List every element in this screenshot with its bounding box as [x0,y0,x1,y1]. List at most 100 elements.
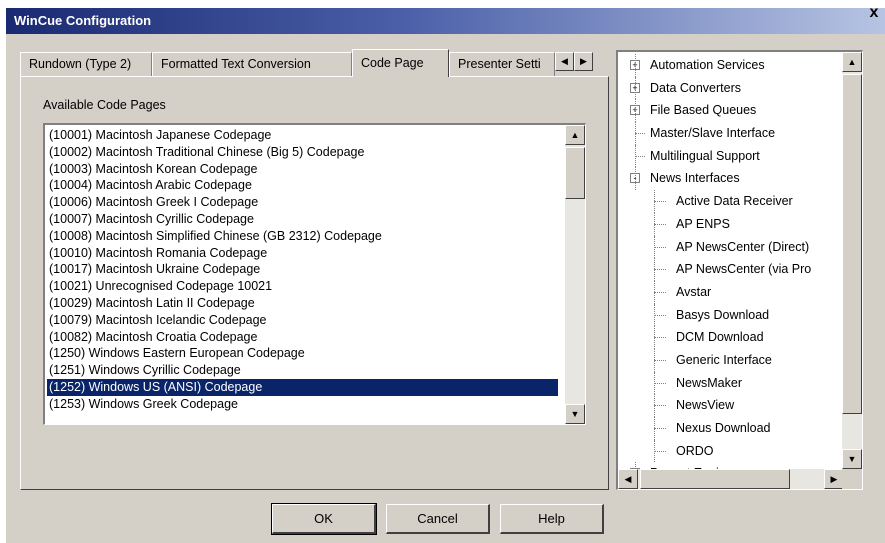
tree-connector [654,359,666,361]
tab-rundown[interactable]: Rundown (Type 2) [20,52,152,76]
tree-item-label: Multilingual Support [650,148,760,163]
tab-label: Code Page [361,56,424,70]
tree-item-label: Avstar [676,284,712,299]
window-title: WinCue Configuration [14,13,152,28]
scroll-up-icon[interactable]: ▲ [565,125,585,145]
code-page-item[interactable]: (1251) Windows Cyrillic Codepage [47,362,558,379]
tree-item[interactable]: Basys Download [618,303,844,327]
tree-item-label: AP NewsCenter (Direct) [676,239,810,254]
code-page-item[interactable]: (10004) Macintosh Arabic Codepage [47,177,558,194]
code-page-item[interactable]: (10002) Macintosh Traditional Chinese (B… [47,144,558,161]
tree-item-label: File Based Queues [650,103,757,118]
tree-connector [654,382,666,384]
tree-connector [654,269,666,271]
code-page-item[interactable]: (10007) Macintosh Cyrillic Codepage [47,211,558,228]
tree-item-label: Basys Download [676,307,770,322]
tree-item-label: Master/Slave Interface [650,126,776,141]
tree-connector [635,167,636,191]
tree-item-label: Generic Interface [676,352,772,367]
tree-item[interactable]: ORDO [618,439,844,463]
scroll-thumb[interactable] [565,147,585,199]
settings-tree[interactable]: + Automation Services + Data Converters + Fil… [616,50,863,490]
tree-item[interactable]: Avstar [618,280,844,304]
tree-item[interactable]: AP ENPS [618,212,844,236]
tree-connector [654,246,666,248]
available-code-pages-label: Available Code Pages [43,98,166,112]
code-page-item[interactable]: (10079) Macintosh Icelandic Codepage [47,312,558,329]
tree-item[interactable]: Generic Interface [618,348,844,372]
tree-connector [654,223,666,225]
code-page-item[interactable]: (1253) Windows Greek Codepage [47,396,558,413]
code-page-item[interactable]: (10021) Unrecognised Codepage 10021 [47,278,558,295]
tree-connector [635,122,636,145]
tree-scroll-left-icon[interactable]: ◀ [618,469,638,489]
tree-scroll-thumb[interactable] [842,74,862,414]
tree-item[interactable]: AP NewsCenter (via Pro [618,258,844,281]
tree-connector [635,133,645,135]
tree-connector [635,54,636,77]
tab-scroll-left-icon[interactable]: ◀ [555,52,574,71]
code-page-item[interactable]: (10003) Macintosh Korean Codepage [47,161,558,178]
tab-presenter-settings[interactable]: Presenter Setti [449,52,555,76]
tree-item-label: NewsView [676,398,735,413]
tree-item-label: Automation Services [650,58,765,72]
ok-button[interactable]: OK [271,503,377,535]
tree-vertical-scrollbar[interactable]: ▲ ▼ [842,52,862,469]
tree-item[interactable]: DCM Download [618,326,844,349]
scroll-corner [842,469,862,489]
tab-code-page[interactable]: Code Page [352,49,449,77]
tree-connector [654,428,666,429]
tree-item[interactable]: NewsMaker [618,371,844,395]
tree-item[interactable]: + Automation Services [618,54,844,77]
tree-item[interactable]: NewsView [618,394,844,417]
tab-scroll-right-icon[interactable]: ▶ [574,52,593,71]
tree-item[interactable]: + Data Converters [618,76,844,100]
code-page-item[interactable]: (10001) Macintosh Japanese Codepage [47,127,558,144]
tree-connector [654,314,666,316]
close-icon[interactable]: x [865,4,883,22]
tree-scroll-down-icon[interactable]: ▼ [842,449,862,469]
tree-connector [635,99,636,123]
tree-item-label: Active Data Receiver [676,194,793,209]
code-page-item[interactable]: (1250) Windows Eastern European Codepage [47,345,558,362]
help-button[interactable]: Help [500,504,604,534]
tree-item[interactable]: Multilingual Support [618,144,844,168]
tree-item[interactable]: - News Interfaces [618,167,844,191]
tree-scroll-right-icon[interactable]: ▶ [824,469,844,489]
tree-item[interactable]: + File Based Queues [618,99,844,123]
tree-item[interactable]: Nexus Download [618,417,844,440]
config-dialog: WinCue Configuration x Rundown (Type 2) … [0,0,885,543]
tree-item[interactable]: AP NewsCenter (Direct) [618,235,844,259]
code-page-panel: Available Code Pages (10001) Macintosh J… [20,76,609,490]
code-page-listbox[interactable]: (10001) Macintosh Japanese Codepage (1000… [43,123,586,425]
tree-item-label: NewsMaker [676,375,742,390]
tree-connector [635,144,636,168]
tree-item-label: AP NewsCenter (via Pro [676,262,812,277]
tab-formatted-text-conversion[interactable]: Formatted Text Conversion [152,52,352,76]
tree-connector [654,450,666,452]
tree-item-label: AP ENPS [676,216,730,231]
tab-label: Rundown (Type 2) [29,57,132,71]
tree-connector [654,201,666,203]
code-page-item[interactable]: (10029) Macintosh Latin II Codepage [47,295,558,312]
tree-item-label: Data Converters [650,80,742,95]
tree-connector [654,405,666,407]
code-page-item[interactable]: (1252) Windows US (ANSI) Codepage [47,378,558,396]
code-page-item[interactable]: (10010) Macintosh Romania Codepage [47,245,558,262]
code-page-item[interactable]: (10082) Macintosh Croatia Codepage [47,329,558,346]
cancel-button[interactable]: Cancel [386,504,490,534]
list-vertical-scrollbar[interactable]: ▲ ▼ [565,125,585,424]
tree-list: + Automation Services + Data Converters + Fil… [618,54,844,486]
tree-horizontal-scrollbar[interactable]: ◀ ▶ [618,469,844,489]
tree-connector [654,337,666,339]
tree-item-label: News Interfaces [650,171,740,186]
tree-item[interactable]: Master/Slave Interface [618,122,844,145]
tree-scroll-up-icon[interactable]: ▲ [842,52,862,72]
code-page-item[interactable]: (10008) Macintosh Simplified Chinese (GB… [47,228,558,245]
title-bar[interactable]: WinCue Configuration [6,8,885,34]
code-page-item[interactable]: (10006) Macintosh Greek I Codepage [47,194,558,211]
scroll-down-icon[interactable]: ▼ [565,404,585,424]
code-page-item[interactable]: (10017) Macintosh Ukraine Codepage [47,261,558,278]
tree-item[interactable]: Active Data Receiver [618,190,844,213]
tree-hscroll-thumb[interactable] [640,469,790,489]
